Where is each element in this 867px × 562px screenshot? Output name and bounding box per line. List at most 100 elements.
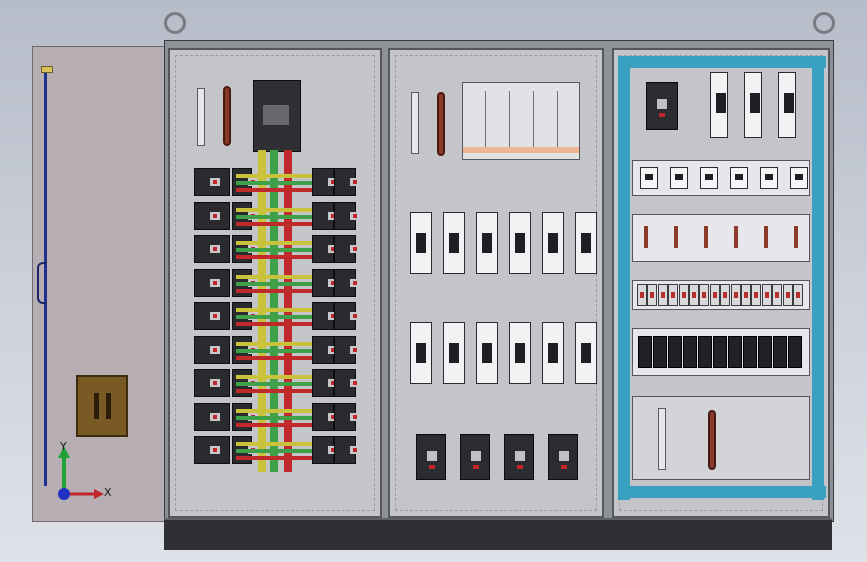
relay-icon <box>670 167 688 189</box>
circuit-breaker-icon <box>194 369 230 397</box>
circuit-breaker-icon <box>312 335 338 364</box>
contactor-icon <box>542 322 564 384</box>
contactor-icon <box>744 72 762 138</box>
fuse-icon <box>734 226 738 248</box>
terminal-strip <box>197 88 205 146</box>
axis-x-arrow <box>94 489 104 499</box>
contactor-icon <box>575 322 597 384</box>
terminal-block-icon <box>637 284 647 306</box>
connector-bar <box>236 422 312 427</box>
circuit-breaker-icon <box>312 235 338 263</box>
terminal-block-icon <box>751 284 762 306</box>
circuit-breaker-icon <box>504 434 534 480</box>
circuit-breaker-icon <box>334 201 360 230</box>
copper-busbar-icon <box>223 86 231 146</box>
circuit-breaker-icon <box>334 168 360 196</box>
terminal-block-icon <box>730 284 741 306</box>
document-pocket <box>76 375 128 437</box>
terminal-block-icon <box>657 284 668 306</box>
circuit-breaker-icon <box>312 201 338 230</box>
fuse-icon <box>764 226 768 248</box>
circuit-breaker-icon <box>548 434 578 480</box>
contactor-icon <box>476 322 498 384</box>
frame-left <box>618 56 630 500</box>
connector-bar <box>236 456 312 460</box>
connector-bar <box>236 382 312 386</box>
terminal-block-icon <box>793 284 803 306</box>
circuit-breaker-icon <box>334 402 360 431</box>
fuse-icon <box>674 226 678 248</box>
circuit-breaker-icon <box>312 369 338 397</box>
connector-bar <box>236 188 312 192</box>
relay-icon <box>700 167 718 189</box>
circuit-breaker-icon <box>334 335 360 364</box>
axis-y-label: Y <box>60 440 67 453</box>
connector-bar <box>236 449 312 453</box>
copper-busbar-icon <box>708 410 716 470</box>
power-module-icon <box>668 336 682 368</box>
terminal-block-icon <box>709 284 720 306</box>
contactor-icon <box>509 212 531 274</box>
connector-bar <box>236 221 312 226</box>
frame-right <box>812 56 824 500</box>
circuit-breaker-icon <box>312 302 338 330</box>
terminal-block-icon <box>647 284 658 306</box>
circuit-breaker-icon <box>646 82 678 130</box>
connector-bar <box>236 315 312 319</box>
contactor-icon <box>476 212 498 274</box>
axis-origin <box>58 488 70 500</box>
connector-bar <box>236 288 312 293</box>
power-module-icon <box>788 336 802 368</box>
door-clip <box>41 66 53 73</box>
connector-bar <box>236 181 312 185</box>
power-module-icon <box>713 336 727 368</box>
cable-rack <box>462 82 580 160</box>
circuit-breaker-icon <box>194 335 230 364</box>
power-module-icon <box>758 336 772 368</box>
fuse-shelf <box>632 214 810 262</box>
power-module-icon <box>743 336 757 368</box>
connector-bar <box>236 207 312 212</box>
contactor-icon <box>710 72 728 138</box>
main-breaker <box>253 80 301 152</box>
terminal-block-icon <box>668 284 679 306</box>
axis-x-label: X <box>104 486 112 499</box>
terminal-block-icon <box>782 284 793 306</box>
terminal-block-icon <box>741 284 751 306</box>
terminal-block-icon <box>772 284 783 306</box>
circuit-breaker-icon <box>194 302 230 330</box>
door-handle <box>37 262 47 304</box>
fuse-icon <box>794 226 798 248</box>
connector-bar <box>236 408 312 413</box>
power-module-icon <box>683 336 697 368</box>
circuit-breaker-icon <box>334 302 360 330</box>
terminal-block-icon <box>699 284 710 306</box>
relay-icon <box>760 167 778 189</box>
circuit-breaker-icon <box>194 168 230 196</box>
power-module-icon <box>638 336 652 368</box>
contactor-icon <box>443 212 465 274</box>
connector-bar <box>236 355 312 360</box>
circuit-breaker-icon <box>312 402 338 431</box>
circuit-breaker-icon <box>312 268 338 297</box>
relay-icon <box>640 167 658 189</box>
circuit-breaker-icon <box>416 434 446 480</box>
copper-busbar-icon <box>437 92 445 156</box>
connector-bar <box>236 341 312 346</box>
connector-bar <box>236 415 312 420</box>
relay-shelf <box>632 160 810 196</box>
contactor-icon <box>410 322 432 384</box>
contactor-icon <box>778 72 796 138</box>
circuit-breaker-icon <box>334 436 360 464</box>
terminal-block-icon <box>761 284 772 306</box>
fuse-icon <box>644 226 648 248</box>
connector-bar <box>236 241 312 245</box>
connector-bar <box>236 375 312 379</box>
power-module-icon <box>728 336 742 368</box>
terminal-block-icon <box>678 284 689 306</box>
circuit-breaker-icon <box>460 434 490 480</box>
circuit-breaker-icon <box>194 201 230 230</box>
connector-bar <box>236 389 312 393</box>
circuit-breaker-icon <box>312 168 338 196</box>
circuit-breaker-icon <box>194 268 230 297</box>
